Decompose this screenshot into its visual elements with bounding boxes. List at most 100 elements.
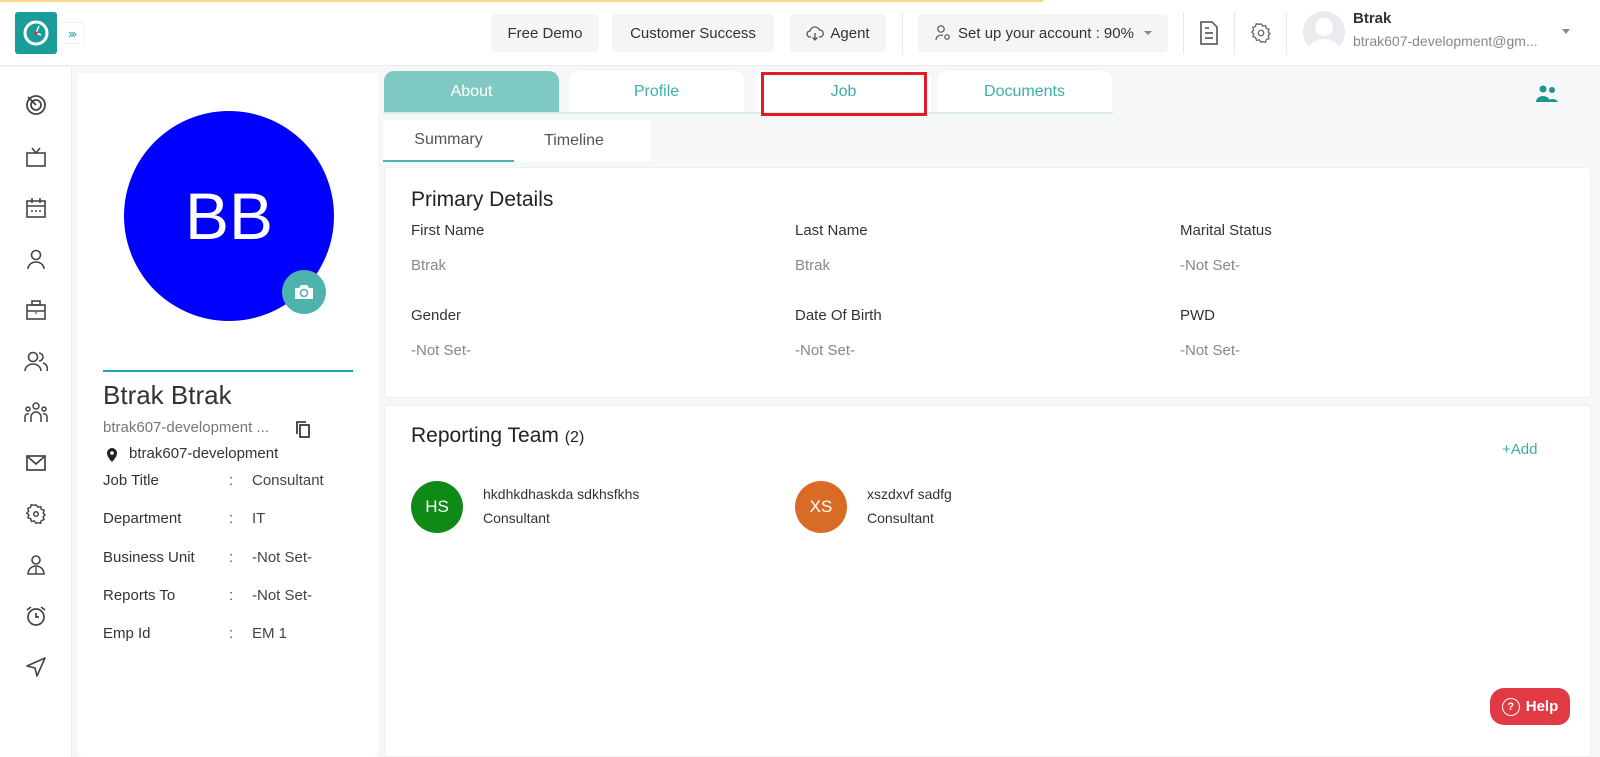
info-row-department: Department : IT [103,510,363,532]
nav-briefcase[interactable] [22,296,50,324]
location-pin-icon [105,447,119,463]
info-value: -Not Set- [252,549,313,566]
left-navigation [0,67,72,757]
tab-label: Documents [984,83,1065,100]
employee-icon [27,555,45,575]
change-photo-button[interactable] [282,270,326,314]
settings-icon [25,503,46,525]
nav-profile[interactable] [22,245,50,273]
field-label-last-name: Last Name [795,222,868,239]
people-icon [1536,85,1558,102]
clock-logo-icon [23,20,49,46]
field-label-marital-status: Marital Status [1180,222,1272,239]
member-role: Consultant [483,510,550,526]
nav-employee[interactable] [22,551,50,579]
nav-users[interactable] [22,347,50,375]
info-colon: : [229,510,234,527]
nav-settings[interactable] [22,500,50,528]
member-name[interactable]: hkdhkdhaskda sdkhsfkhs [483,486,639,502]
info-colon: : [229,549,234,566]
profile-divider [103,370,353,372]
info-label: Emp Id [103,625,151,642]
subtabs: Summary Timeline [383,120,650,162]
nav-tv[interactable] [22,143,50,171]
user-email: btrak607-development@gm... [1353,33,1538,49]
profile-card: BB Btrak Btrak btrak607-development ... … [78,73,378,757]
info-label: Job Title [103,472,159,489]
app-logo[interactable] [15,12,57,54]
nav-alarm[interactable] [22,602,50,630]
tv-icon [26,147,46,167]
field-value-marital-status: -Not Set- [1180,257,1241,274]
info-row-business-unit: Business Unit : -Not Set- [103,549,363,571]
expand-sidebar-button[interactable]: ››› [60,22,84,44]
field-label-first-name: First Name [411,222,485,239]
add-team-member-link[interactable]: +Add [1502,441,1537,458]
free-demo-label: Free Demo [507,24,583,42]
agent-button[interactable]: Agent [790,14,886,52]
mail-icon [26,455,46,471]
copy-email-button[interactable] [295,421,311,439]
nav-team[interactable] [22,398,50,426]
nav-calendar[interactable] [22,194,50,222]
document-icon [1200,21,1218,45]
help-button[interactable]: ? Help [1490,688,1570,725]
field-value-first-name: Btrak [411,257,447,274]
field-label-pwd: PWD [1180,307,1215,324]
tabs-underline [383,112,1113,114]
member-initials: XS [809,497,833,516]
divider [1234,12,1235,54]
tab-about[interactable]: About [384,71,559,113]
reporting-team-title: Reporting Team [411,424,559,447]
setup-account-dropdown[interactable]: Set up your account : 90% [918,14,1168,52]
primary-details-title: Primary Details [411,188,554,211]
profile-name: Btrak Btrak [103,380,232,410]
team-icon [24,402,48,422]
subtab-timeline[interactable]: Timeline [514,120,634,162]
customer-success-button[interactable]: Customer Success [612,14,774,52]
agent-label: Agent [830,24,870,42]
reporting-team-card: Reporting Team (2) +Add HS hkdhkdhaskda … [384,405,1591,757]
free-demo-button[interactable]: Free Demo [491,14,599,52]
tab-label: Job [830,83,857,100]
user-avatar[interactable] [1303,11,1345,53]
cloud-download-icon [806,26,825,41]
user-icon [27,249,45,270]
tab-documents[interactable]: Documents [937,71,1112,113]
info-value: -Not Set- [252,587,313,604]
top-header: ››› Free Demo Customer Success Agent Set… [0,0,1600,66]
field-value-pwd: -Not Set- [1180,342,1241,359]
calendar-icon [26,198,46,218]
user-menu-caret-icon[interactable] [1562,29,1570,34]
tab-job[interactable]: Job [756,71,931,113]
nav-mail[interactable] [22,449,50,477]
chevrons-right-icon: ››› [68,25,77,41]
subtab-label: Timeline [544,132,604,149]
field-label-date-of-birth: Date Of Birth [795,307,882,324]
profile-email: btrak607-development ... [103,419,269,436]
field-value-gender: -Not Set- [411,342,472,359]
nav-dashboard[interactable] [22,91,50,119]
info-colon: : [229,625,234,642]
nav-send[interactable] [22,653,50,681]
member-name[interactable]: xszdxvf sadfg [867,486,952,502]
subtab-summary[interactable]: Summary [383,120,514,162]
subtab-label: Summary [414,131,483,148]
send-icon [26,657,46,677]
team-view-button[interactable] [1535,84,1559,104]
member-avatar[interactable]: HS [411,481,463,533]
question-icon: ? [1501,697,1520,716]
tab-label: About [450,83,493,100]
customer-success-label: Customer Success [630,24,756,42]
member-role: Consultant [867,510,934,526]
member-avatar[interactable]: XS [795,481,847,533]
info-value: IT [252,510,266,527]
reporting-team-count: (2) [564,429,585,446]
tab-profile[interactable]: Profile [569,71,744,113]
settings-button[interactable] [1248,20,1274,46]
info-row-job-title: Job Title : Consultant [103,472,363,494]
info-value: EM 1 [252,625,288,642]
info-value: Consultant [252,472,324,489]
document-button[interactable] [1196,20,1222,46]
info-label: Business Unit [103,549,195,566]
